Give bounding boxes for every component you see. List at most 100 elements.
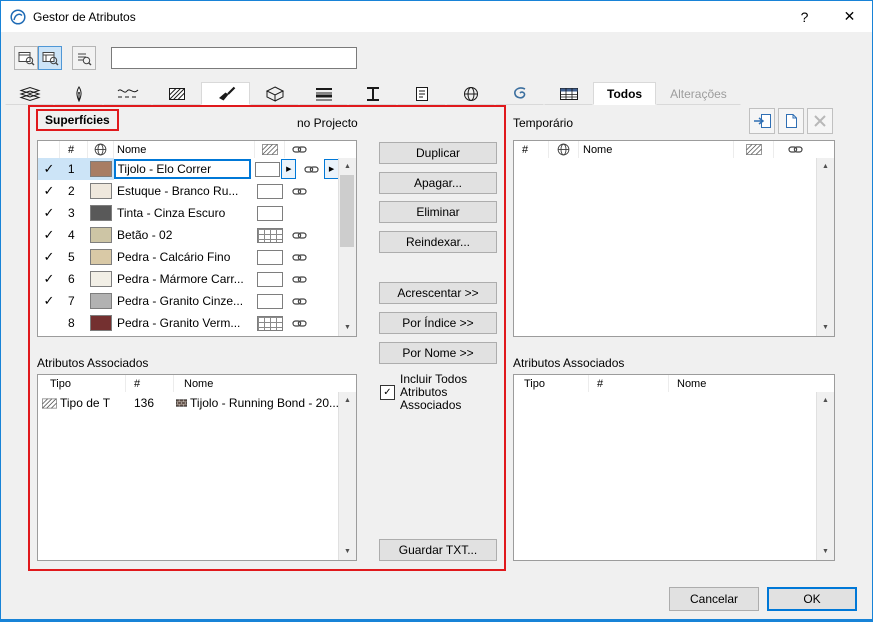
overwrite-by-name-button[interactable]: Por Nome >> xyxy=(379,342,497,364)
associated-list[interactable]: Tipo # Nome Tipo de T 136 Tijolo - Runni… xyxy=(37,374,357,561)
header-owner[interactable] xyxy=(549,141,579,158)
scroll-up-button[interactable]: ▲ xyxy=(817,393,834,408)
tab-fill-types[interactable] xyxy=(152,82,201,105)
fill-dropdown-button[interactable]: ▶ xyxy=(281,159,297,179)
header-tipo[interactable]: Tipo xyxy=(514,375,589,392)
surface-name-edit-input[interactable] xyxy=(113,159,251,179)
tab-line-types[interactable] xyxy=(103,82,152,105)
color-swatch[interactable] xyxy=(90,205,112,221)
tab-mep-systems[interactable] xyxy=(544,82,593,105)
header-number[interactable]: # xyxy=(514,141,549,158)
scroll-up-button[interactable]: ▲ xyxy=(339,159,356,174)
surface-row[interactable]: ✓ 7 Pedra - Granito Cinze... xyxy=(38,290,339,312)
tab-building-materials[interactable] xyxy=(250,82,299,105)
titlebar[interactable]: Gestor de Atributos ? ✕ xyxy=(1,1,872,32)
scroll-up-button[interactable]: ▲ xyxy=(339,393,356,408)
fill-swatch[interactable] xyxy=(257,315,283,331)
scroll-down-button[interactable]: ▼ xyxy=(817,544,834,559)
fill-swatch[interactable] xyxy=(257,271,283,287)
ok-button[interactable]: OK xyxy=(767,587,857,611)
header-name[interactable]: Nome xyxy=(669,375,834,392)
tab-cities[interactable] xyxy=(446,82,495,105)
row-name[interactable]: Pedra - Mármore Carr... xyxy=(114,268,255,290)
scroll-down-button[interactable]: ▼ xyxy=(817,320,834,335)
surfaces-list[interactable]: # Nome ✓ 1 ▶ ▶ ✓ 2 Estuque - Branco Ru..… xyxy=(37,140,357,337)
texture-dropdown-button[interactable]: ▶ xyxy=(324,159,339,179)
row-check[interactable]: ✓ xyxy=(38,224,60,246)
surface-row[interactable]: ✓ 3 Tinta - Cinza Escuro xyxy=(38,202,339,224)
row-check[interactable]: ✓ xyxy=(38,246,60,268)
scroll-up-button[interactable]: ▲ xyxy=(817,159,834,174)
clear-temp-button[interactable] xyxy=(807,108,833,134)
fill-swatch[interactable] xyxy=(254,161,281,177)
search-view-button[interactable] xyxy=(72,46,96,70)
color-swatch[interactable] xyxy=(89,161,112,177)
surface-row[interactable]: 8 Pedra - Granito Verm... xyxy=(38,312,339,334)
header-number[interactable]: # xyxy=(589,375,669,392)
scrollbar-thumb[interactable] xyxy=(340,175,354,247)
color-swatch[interactable] xyxy=(90,271,112,287)
tab-pens[interactable] xyxy=(54,82,103,105)
temporary-list[interactable]: # Nome ▲ ▼ xyxy=(513,140,835,337)
tab-surfaces[interactable] xyxy=(201,82,250,105)
row-check[interactable]: ✓ xyxy=(38,180,60,202)
row-check[interactable]: ✓ xyxy=(38,290,60,312)
surface-row[interactable]: ✓ 2 Estuque - Branco Ru... xyxy=(38,180,339,202)
scrollbar[interactable]: ▲ ▼ xyxy=(338,158,356,336)
surface-row[interactable]: ✓ 4 Betão - 02 xyxy=(38,224,339,246)
associated-row[interactable]: Tipo de T 136 Tijolo - Running Bond - 20… xyxy=(38,392,339,414)
append-button[interactable]: Acrescentar >> xyxy=(379,282,497,304)
color-swatch[interactable] xyxy=(90,249,112,265)
header-number[interactable]: # xyxy=(126,375,174,392)
color-swatch[interactable] xyxy=(90,183,112,199)
fill-swatch[interactable] xyxy=(257,183,283,199)
scroll-down-button[interactable]: ▼ xyxy=(339,544,356,559)
import-to-temp-button[interactable] xyxy=(749,108,775,134)
fill-swatch[interactable] xyxy=(257,249,283,265)
tab-alteracoes[interactable]: Alterações xyxy=(656,82,741,105)
include-associated-checkbox[interactable]: ✓ xyxy=(380,385,395,400)
view-detail-button[interactable] xyxy=(38,46,62,70)
header-fill[interactable] xyxy=(255,141,285,158)
header-name[interactable]: Nome xyxy=(114,141,255,158)
new-temp-button[interactable] xyxy=(778,108,804,134)
tab-layers[interactable] xyxy=(5,82,54,105)
surface-row-selected[interactable]: ✓ 1 ▶ ▶ xyxy=(38,158,339,180)
header-tipo[interactable]: Tipo xyxy=(38,375,126,392)
tab-operation-profiles[interactable] xyxy=(495,82,544,105)
scroll-down-button[interactable]: ▼ xyxy=(339,320,356,335)
header-owner[interactable] xyxy=(88,141,114,158)
scrollbar[interactable]: ▲ ▼ xyxy=(338,392,356,560)
tab-zone-categories[interactable] xyxy=(397,82,446,105)
fill-swatch[interactable] xyxy=(257,293,283,309)
view-by-type-button[interactable] xyxy=(14,46,38,70)
reindex-button[interactable]: Reindexar... xyxy=(379,231,497,253)
surface-row[interactable]: ✓ 6 Pedra - Mármore Carr... xyxy=(38,268,339,290)
surface-row[interactable]: ✓ 5 Pedra - Calcário Fino xyxy=(38,246,339,268)
tab-composites[interactable] xyxy=(299,82,348,105)
filter-input[interactable] xyxy=(111,47,357,69)
row-check[interactable]: ✓ xyxy=(38,268,60,290)
header-name[interactable]: Nome xyxy=(174,375,356,392)
scrollbar[interactable]: ▲ ▼ xyxy=(816,392,834,560)
save-txt-button[interactable]: Guardar TXT... xyxy=(379,539,497,561)
fill-swatch[interactable] xyxy=(257,227,283,243)
header-name[interactable]: Nome xyxy=(579,141,734,158)
header-texture[interactable] xyxy=(774,141,817,158)
color-swatch[interactable] xyxy=(90,315,112,331)
color-swatch[interactable] xyxy=(90,227,112,243)
close-button[interactable]: ✕ xyxy=(827,1,872,32)
overwrite-by-index-button[interactable]: Por Índice >> xyxy=(379,312,497,334)
delete-button[interactable]: Apagar... xyxy=(379,172,497,194)
scrollbar[interactable]: ▲ ▼ xyxy=(816,158,834,336)
duplicate-button[interactable]: Duplicar xyxy=(379,142,497,164)
row-name[interactable]: Pedra - Calcário Fino xyxy=(114,246,255,268)
color-swatch[interactable] xyxy=(90,293,112,309)
row-name[interactable]: Tinta - Cinza Escuro xyxy=(114,202,255,224)
cancel-button[interactable]: Cancelar xyxy=(669,587,759,611)
temporary-associated-list[interactable]: Tipo # Nome ▲ ▼ xyxy=(513,374,835,561)
tab-profiles[interactable] xyxy=(348,82,397,105)
row-name[interactable]: Pedra - Granito Cinze... xyxy=(114,290,255,312)
tab-todos[interactable]: Todos xyxy=(593,82,657,105)
row-name[interactable]: Pedra - Granito Verm... xyxy=(114,312,255,334)
